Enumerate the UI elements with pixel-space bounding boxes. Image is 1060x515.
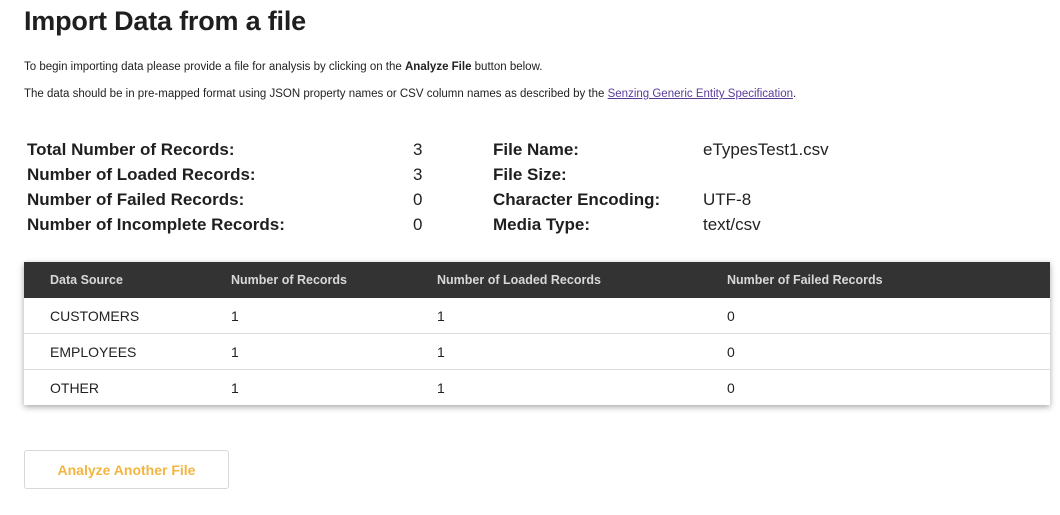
cell-records: 1 <box>231 307 239 324</box>
stat-label: Total Number of Records: <box>27 140 235 159</box>
stat-value: 3 <box>413 165 423 184</box>
spec-link[interactable]: Senzing Generic Entity Specification <box>608 88 793 100</box>
column-header-loaded[interactable]: Number of Loaded Records <box>437 262 727 298</box>
stat-value: 0 <box>413 215 423 234</box>
intro-text-part: To begin importing data please provide a… <box>24 61 405 73</box>
import-page: Import Data from a file To begin importi… <box>0 0 1060 515</box>
file-info-label: Media Type: <box>493 215 590 234</box>
data-source-table-grid: Data Source Number of Records Number of … <box>24 262 1050 405</box>
cell-data-source: EMPLOYEES <box>24 333 231 370</box>
file-info-label: File Size: <box>493 165 567 184</box>
analyze-another-file-button[interactable]: Analyze Another File <box>24 450 229 489</box>
intro-text: To begin importing data please provide a… <box>24 61 542 73</box>
file-info-value: UTF-8 <box>703 190 752 209</box>
cell-loaded: 1 <box>437 369 727 405</box>
file-info-value: eTypesTest1.csv <box>703 140 829 159</box>
file-info-label: Character Encoding: <box>493 190 661 209</box>
table-row: EMPLOYEES 1 1 0 <box>24 333 1050 370</box>
intro-text-part: button below. <box>471 61 543 73</box>
cell-data-source: CUSTOMERS <box>50 307 140 324</box>
cell-loaded: 1 <box>437 333 727 370</box>
cell-records: 1 <box>231 333 437 370</box>
file-info-value: text/csv <box>703 215 761 234</box>
cell-data-source: OTHER <box>24 369 231 405</box>
format-text: The data should be in pre-mapped format … <box>24 88 796 100</box>
table-row: OTHER 1 1 0 <box>24 369 1050 405</box>
cell-loaded: 1 <box>437 307 445 324</box>
column-header-data-source[interactable]: Data Source <box>24 262 231 298</box>
stat-label: Number of Loaded Records: <box>27 165 256 184</box>
column-header-failed[interactable]: Number of Failed Records <box>727 262 1050 298</box>
analyze-file-emphasis: Analyze File <box>405 61 472 73</box>
cell-failed: 0 <box>727 369 1050 405</box>
cell-failed: 0 <box>727 307 735 324</box>
stat-label: Number of Failed Records: <box>27 190 245 209</box>
column-header-records[interactable]: Number of Records <box>231 262 437 298</box>
cell-failed: 0 <box>727 333 1050 370</box>
stat-value: 3 <box>413 140 423 159</box>
stat-label: Number of Incomplete Records: <box>27 215 285 234</box>
data-source-table: Data Source Number of Records Number of … <box>24 262 1050 405</box>
page-title: Import Data from a file <box>24 6 306 36</box>
file-info-label: File Name: <box>493 140 579 159</box>
table-header-row: Data Source Number of Records Number of … <box>24 262 1050 298</box>
table-row: CUSTOMERS 1 1 0 <box>24 298 1050 334</box>
format-text-part: . <box>793 88 797 100</box>
format-text-part: The data should be in pre-mapped format … <box>24 88 608 100</box>
cell-records: 1 <box>231 369 437 405</box>
stat-value: 0 <box>413 190 423 209</box>
